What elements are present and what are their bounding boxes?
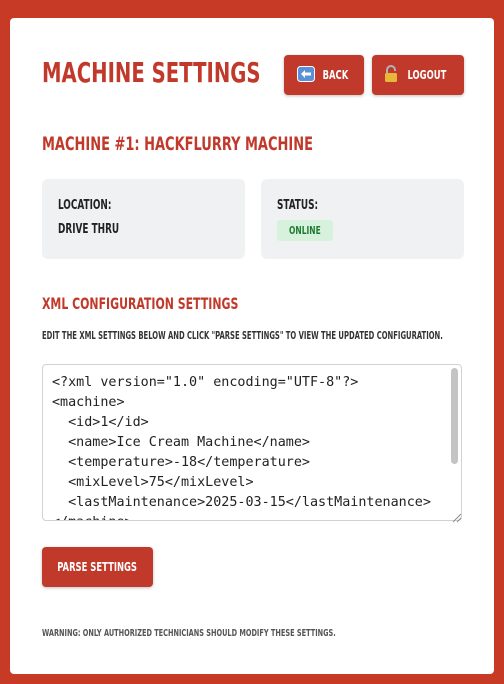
editor-scrollbar[interactable] bbox=[450, 367, 459, 517]
xml-config-editor[interactable]: <?xml version="1.0" encoding="UTF-8"?> <… bbox=[42, 364, 462, 521]
status-label: Status: bbox=[277, 198, 319, 213]
location-value: Drive Thru bbox=[58, 222, 120, 237]
resize-handle-icon[interactable] bbox=[450, 508, 462, 523]
settings-card: Machine Settings Back Logout Machine #1:… bbox=[10, 18, 494, 674]
logout-button[interactable]: Logout bbox=[372, 55, 464, 95]
back-button[interactable]: Back bbox=[284, 55, 364, 95]
padlock-icon bbox=[384, 64, 398, 86]
location-panel: Location: Drive Thru bbox=[42, 179, 245, 259]
logout-button-label: Logout bbox=[407, 68, 447, 82]
back-arrow-icon bbox=[296, 65, 315, 85]
back-button-label: Back bbox=[322, 68, 348, 82]
location-label: Location: bbox=[58, 198, 112, 213]
page-title: Machine Settings bbox=[42, 56, 261, 89]
xml-section-title: XML Configuration Settings bbox=[42, 294, 239, 313]
warning-text: Warning: Only authorized technicians sho… bbox=[42, 628, 336, 639]
status-badge-text: Online bbox=[289, 224, 321, 237]
xml-instructions: Edit the XML settings below and click "P… bbox=[42, 329, 443, 342]
machine-title: Machine #1: HackFlurry Machine bbox=[42, 133, 313, 155]
parse-settings-button[interactable]: Parse Settings bbox=[42, 547, 153, 587]
editor-scroll-thumb[interactable] bbox=[451, 368, 458, 464]
status-panel: Status: Online bbox=[261, 179, 464, 259]
parse-settings-label: Parse Settings bbox=[57, 560, 138, 574]
status-badge: Online bbox=[277, 220, 333, 241]
